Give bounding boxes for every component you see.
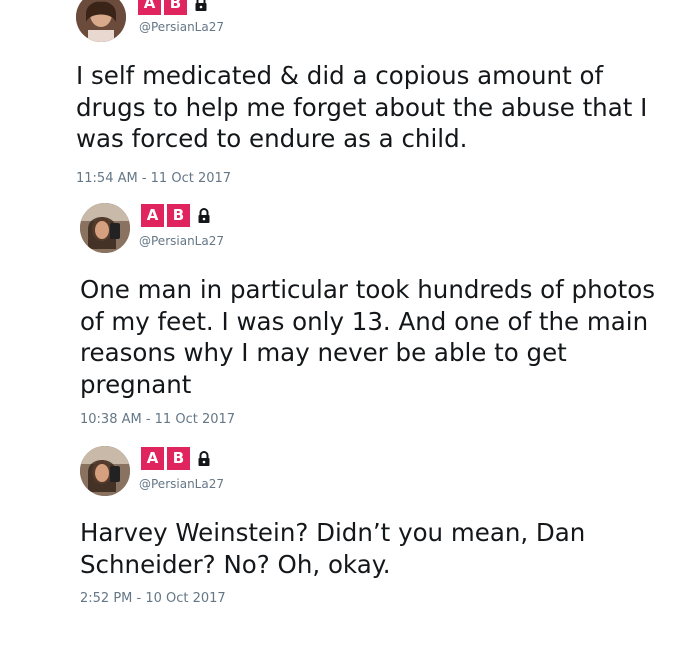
display-name[interactable]: A B (141, 204, 211, 227)
name-badge-a: A (141, 204, 164, 227)
avatar[interactable] (76, 0, 126, 42)
user-handle[interactable]: @PersianLa27 (139, 20, 224, 34)
user-handle[interactable]: @PersianLa27 (139, 234, 224, 248)
avatar[interactable] (80, 203, 130, 253)
tweet: A B @PersianLa27 I self medicated & did … (0, 0, 697, 192)
avatar-photo-icon (80, 203, 130, 253)
lock-icon (195, 0, 207, 11)
name-badge-b: B (167, 447, 190, 470)
tweet: A B @PersianLa27 One man in particular t… (0, 198, 697, 438)
tweet-timestamp[interactable]: 2:52 PM - 10 Oct 2017 (80, 591, 226, 606)
tweet-text: Harvey Weinstein? Didn’t you mean, Dan S… (80, 518, 586, 579)
tweet-text: I self medicated & did a copious amount … (76, 61, 648, 153)
user-handle[interactable]: @PersianLa27 (139, 477, 224, 491)
tweet: A B @PersianLa27 Harvey Weinstein? Didn’… (0, 440, 697, 650)
name-badge-b: B (164, 0, 187, 15)
display-name[interactable]: A B (138, 0, 208, 15)
tweet-timestamp[interactable]: 11:54 AM - 11 Oct 2017 (76, 171, 231, 186)
avatar[interactable] (80, 446, 130, 496)
avatar-photo-icon (80, 446, 130, 496)
tweet-text: One man in particular took hundreds of p… (80, 275, 655, 399)
display-name[interactable]: A B (141, 447, 211, 470)
avatar-photo-icon (76, 0, 126, 42)
lock-icon (198, 207, 210, 223)
name-badge-a: A (138, 0, 161, 15)
tweet-timestamp[interactable]: 10:38 AM - 11 Oct 2017 (80, 412, 235, 427)
name-badge-b: B (167, 204, 190, 227)
lock-icon (198, 450, 210, 466)
name-badge-a: A (141, 447, 164, 470)
